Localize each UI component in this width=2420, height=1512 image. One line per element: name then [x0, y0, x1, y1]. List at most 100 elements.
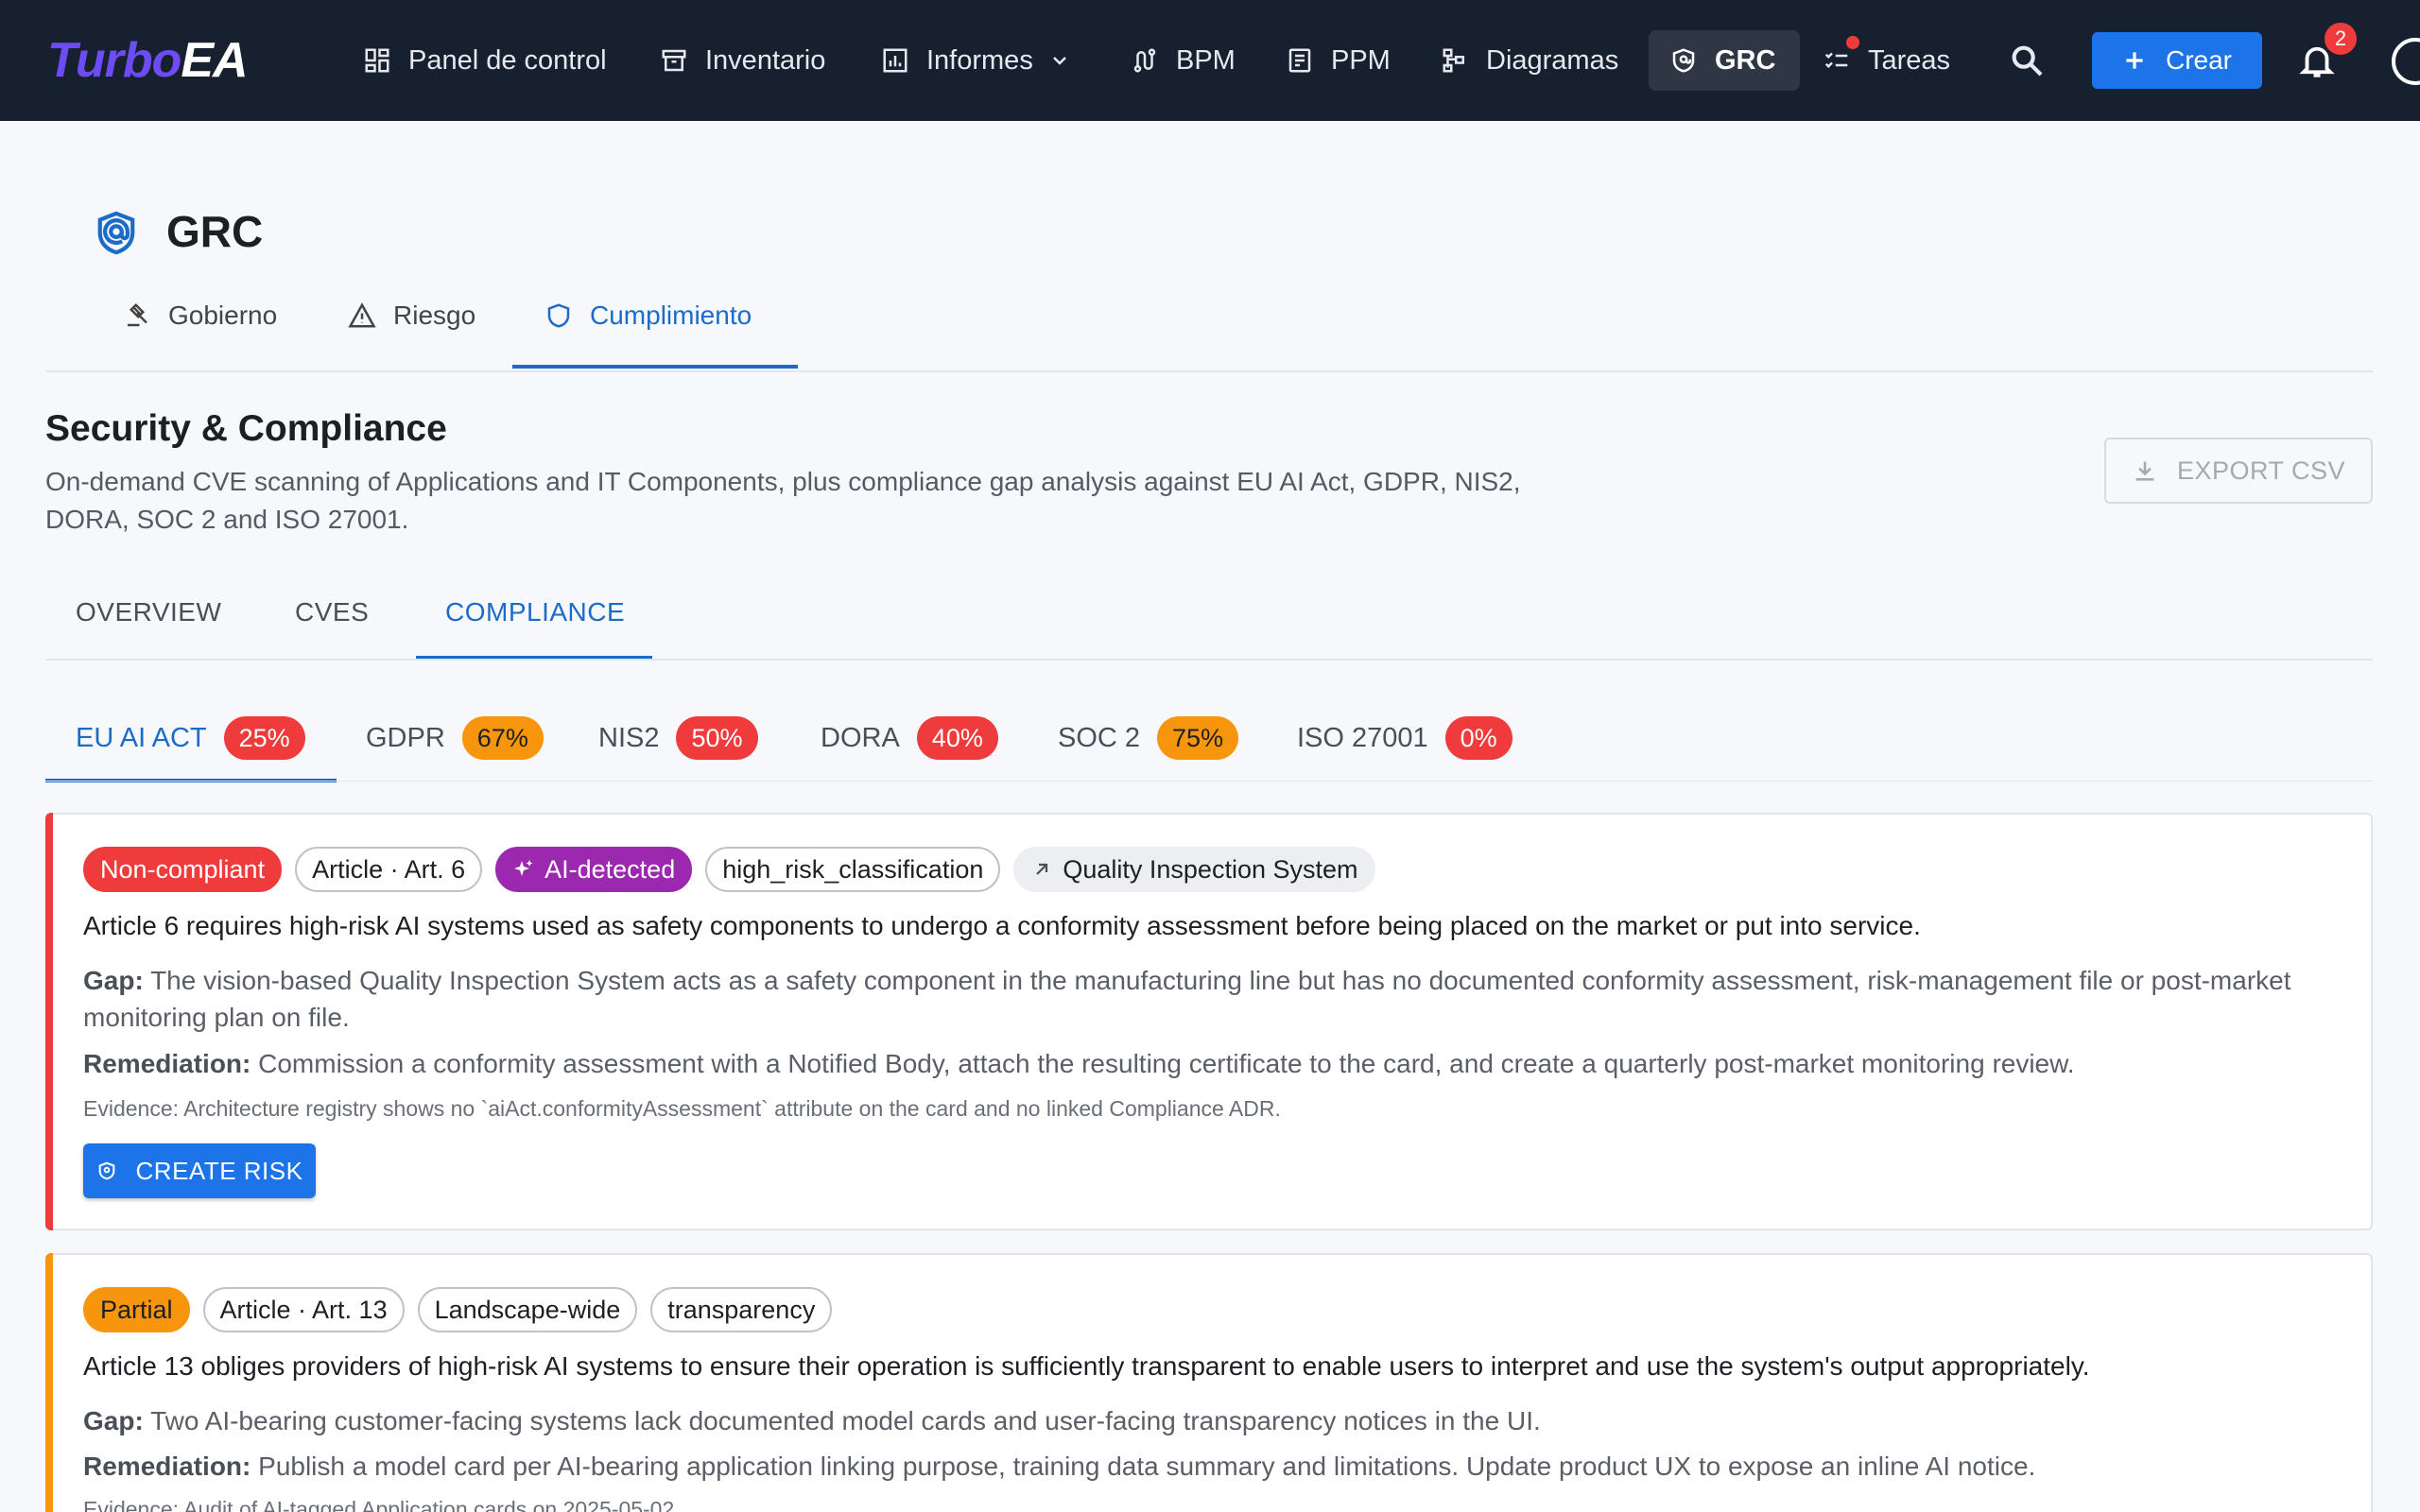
nav-ppm[interactable]: PPM [1286, 34, 1391, 87]
severity-bar [45, 813, 53, 1230]
tab-label: Riesgo [393, 301, 476, 330]
section-description: On-demand CVE scanning of Applications a… [45, 467, 1521, 534]
nav-informes[interactable]: Informes [881, 34, 1071, 87]
nav-label: GRC [1715, 44, 1776, 76]
divider [45, 659, 2373, 661]
diagram-icon [1443, 48, 1464, 73]
gap-text: Gap: Two AI-bearing customer-facing syst… [83, 1402, 2352, 1439]
download-icon [2135, 461, 2154, 481]
framework-score-badge: 25% [223, 716, 305, 760]
tab-cumplimiento[interactable]: Cumplimiento [544, 301, 752, 331]
sparkle-icon [514, 860, 533, 876]
framework-label: SOC 2 [1058, 722, 1141, 753]
project-icon [1288, 48, 1311, 73]
framework-tab-soc2[interactable]: SOC 2 75% [1058, 714, 1239, 762]
framework-label: ISO 27001 [1297, 722, 1428, 753]
divider [45, 370, 2373, 372]
shield-icon [97, 211, 135, 255]
divider [45, 781, 2373, 782]
framework-tab-eu-ai-act[interactable]: EU AI ACT 25% [76, 714, 305, 762]
page-title: GRC [166, 207, 264, 256]
nav-label: BPM [1176, 44, 1236, 76]
framework-label: DORA [821, 722, 900, 753]
scope-chip: Landscape-wide [417, 1287, 638, 1332]
arrow-up-right-icon [1036, 863, 1048, 875]
ai-detected-chip: AI-detected [495, 847, 693, 892]
bar-chart-icon [883, 48, 908, 73]
tab-label: Cumplimiento [590, 301, 752, 330]
archive-icon [662, 49, 686, 72]
nav-label: Diagramas [1486, 44, 1619, 76]
gap-text: Gap: The vision-based Quality Inspection… [83, 962, 2352, 1036]
framework-score-badge: 0% [1444, 716, 1512, 760]
requirement-text: Article 6 requires high-risk AI systems … [83, 911, 1921, 940]
nav-grc[interactable]: GRC [1649, 30, 1801, 91]
checklist-icon [1824, 52, 1848, 69]
nav-label: Panel de control [408, 44, 607, 76]
nav-label: Tareas [1868, 44, 1951, 76]
framework-score-badge: 75% [1157, 716, 1239, 760]
category-chip: transparency [650, 1287, 833, 1332]
gavel-icon [128, 302, 147, 327]
framework-label: EU AI ACT [76, 722, 207, 753]
finding-card: Non-compliant Article · Art. 6 AI-detect… [45, 813, 2373, 1230]
linked-card-chip[interactable]: Quality Inspection System [1013, 847, 1375, 892]
chip-label: Quality Inspection System [1063, 854, 1358, 884]
unread-dot [1846, 36, 1859, 49]
tab-label: Gobierno [168, 301, 278, 330]
dashboard-icon [365, 48, 389, 73]
create-button[interactable]: Crear [2092, 32, 2262, 89]
remediation-value: Publish a model card per AI-bearing appl… [258, 1452, 2036, 1481]
shield-icon [547, 303, 570, 328]
tab-compliance[interactable]: COMPLIANCE [445, 597, 625, 627]
route-icon [1133, 48, 1156, 73]
article-chip: Article · Art. 6 [295, 847, 483, 892]
notification-count-badge: 2 [2322, 20, 2360, 58]
search-icon[interactable] [2008, 42, 2046, 79]
chip-label: AI-detected [544, 854, 676, 884]
section-title: Security & Compliance [45, 408, 447, 449]
framework-label: NIS2 [598, 722, 660, 753]
gap-value: The vision-based Quality Inspection Syst… [83, 966, 2291, 1032]
tab-riesgo[interactable]: Riesgo [348, 301, 475, 331]
nav-diagramas[interactable]: Diagramas [1441, 34, 1618, 87]
warning-icon [348, 302, 376, 328]
gap-value: Two AI-bearing customer-facing systems l… [150, 1406, 1541, 1435]
create-risk-button[interactable]: CREATE RISK [83, 1143, 316, 1198]
remediation-text: Remediation: Commission a conformity ass… [83, 1045, 2352, 1082]
framework-label: GDPR [366, 722, 445, 753]
article-chip: Article · Art. 13 [202, 1287, 405, 1332]
tab-cves[interactable]: CVES [295, 597, 369, 627]
nav-panel-de-control[interactable]: Panel de control [363, 34, 607, 87]
export-label: EXPORT CSV [2176, 455, 2346, 485]
framework-tab-dora[interactable]: DORA 40% [821, 714, 998, 762]
shield-icon [1672, 48, 1695, 73]
top-navigation-bar: TurboEA Panel de control Inventario Info… [0, 0, 2420, 121]
requirement-text: Article 13 obliges providers of high-ris… [83, 1351, 2090, 1381]
finding-card: Partial Article · Art. 13 Landscape-wide… [45, 1253, 2373, 1512]
turboea-logo[interactable]: TurboEA [47, 32, 249, 89]
framework-tab-nis2[interactable]: NIS2 50% [598, 714, 758, 762]
plus-icon [2126, 52, 2143, 69]
nav-label: Informes [926, 44, 1033, 76]
remediation-value: Commission a conformity assessment with … [258, 1049, 2075, 1078]
finding-tags: Non-compliant Article · Art. 6 AI-detect… [83, 847, 1375, 892]
evidence-text: Evidence: Architecture registry shows no… [83, 1096, 1281, 1121]
create-risk-label: CREATE RISK [135, 1156, 303, 1185]
gap-label: Gap: [83, 966, 144, 995]
tab-gobierno[interactable]: Gobierno [123, 301, 277, 331]
export-csv-button[interactable]: EXPORT CSV [2104, 438, 2373, 504]
nav-inventario[interactable]: Inventario [660, 34, 825, 87]
status-chip: Non-compliant [83, 847, 283, 892]
framework-tab-gdpr[interactable]: GDPR 67% [366, 714, 544, 762]
chevron-down-icon [1052, 57, 1066, 65]
shield-icon [98, 1161, 114, 1180]
account-avatar-icon[interactable] [2392, 38, 2420, 85]
nav-label: PPM [1331, 44, 1391, 76]
evidence-text: Evidence: Audit of AI-tagged Application… [83, 1497, 681, 1512]
nav-tareas[interactable]: Tareas [1823, 34, 1950, 87]
framework-tab-iso-27001[interactable]: ISO 27001 0% [1297, 714, 1512, 762]
tab-overview[interactable]: OVERVIEW [76, 597, 221, 627]
nav-bpm[interactable]: BPM [1131, 34, 1236, 87]
severity-bar [45, 1253, 53, 1512]
